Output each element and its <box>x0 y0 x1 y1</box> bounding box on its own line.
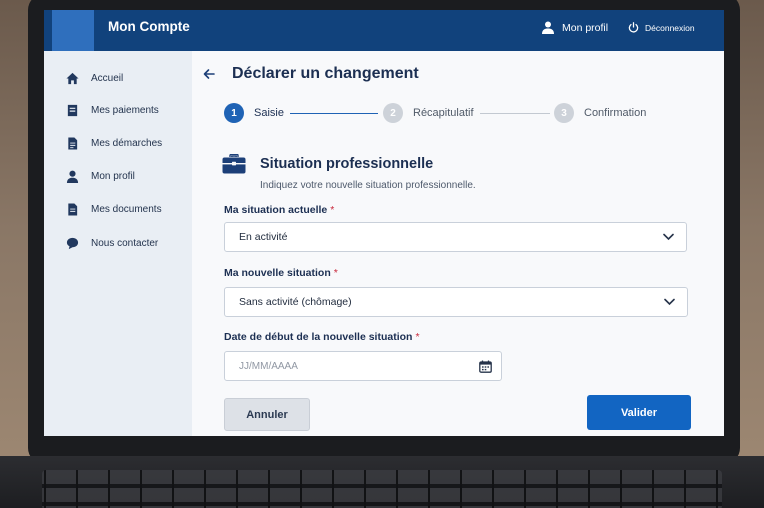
document-icon <box>68 137 78 150</box>
sidebar-item-label: Mes démarches <box>91 138 163 149</box>
home-icon <box>66 72 79 85</box>
step-label: Confirmation <box>584 107 647 119</box>
current-situation-label: Ma situation actuelle * <box>224 204 334 216</box>
app-brand[interactable]: Mon Compte <box>108 19 190 34</box>
step-connector <box>480 113 550 114</box>
logout-label: Déconnexion <box>645 22 695 33</box>
logout-button[interactable]: Déconnexion <box>628 22 695 33</box>
header-profile-label: Mon profil <box>562 21 609 34</box>
section-title: Situation professionnelle <box>260 156 434 172</box>
user-icon <box>542 21 554 34</box>
power-icon <box>628 22 639 33</box>
start-date-placeholder: JJ/MM/AAAA <box>239 360 298 372</box>
header-profile-link[interactable]: Mon profil <box>542 21 608 34</box>
sidebar-item-label: Nous contacter <box>91 238 159 249</box>
step-number: 3 <box>554 103 574 123</box>
start-date-label-text: Date de début de la nouvelle situation <box>224 331 413 343</box>
step-label: Récapitulatif <box>413 107 474 119</box>
sidebar-item-label: Mon profil <box>91 171 135 182</box>
step-entry: 1 Saisie <box>224 103 284 123</box>
user-icon <box>66 170 79 183</box>
current-situation-label-text: Ma situation actuelle <box>224 204 328 216</box>
chevron-down-icon <box>663 233 674 241</box>
chevron-down-icon <box>664 298 675 306</box>
new-situation-value: Sans activité (chômage) <box>239 296 352 308</box>
step-label: Saisie <box>254 107 284 119</box>
step-number: 2 <box>383 103 403 123</box>
submit-button[interactable]: Valider <box>587 395 691 430</box>
sidebar-item-label: Mes paiements <box>91 105 159 116</box>
cancel-button[interactable]: Annuler <box>224 398 310 431</box>
header-accent <box>52 10 94 51</box>
sidebar-item-label: Accueil <box>91 73 124 84</box>
back-arrow-icon[interactable] <box>202 67 216 81</box>
step-number: 1 <box>224 103 244 123</box>
current-situation-value: En activité <box>239 231 288 243</box>
step-connector <box>290 113 378 114</box>
required-marker: * <box>333 267 338 279</box>
main-content: Déclarer un changement 1 Saisie 2 Récapi… <box>192 51 724 436</box>
payment-icon <box>67 104 78 117</box>
new-situation-select[interactable]: Sans activité (chômage) <box>224 287 688 317</box>
section-subtitle: Indiquez votre nouvelle situation profes… <box>260 180 476 191</box>
sidebar-item-procedures[interactable]: Mes démarches <box>66 137 162 150</box>
current-situation-select[interactable]: En activité <box>224 222 687 252</box>
step-summary: 2 Récapitulatif <box>383 103 474 123</box>
page-title: Déclarer un changement <box>232 65 419 82</box>
step-confirmation: 3 Confirmation <box>554 103 646 123</box>
required-marker: * <box>330 204 335 216</box>
sidebar-item-home[interactable]: Accueil <box>66 72 123 85</box>
new-situation-label: Ma nouvelle situation * <box>224 267 338 279</box>
required-marker: * <box>415 331 420 343</box>
sidebar-item-label: Mes documents <box>91 204 162 215</box>
calendar-icon[interactable] <box>479 360 492 373</box>
sidebar-item-payments[interactable]: Mes paiements <box>66 104 159 117</box>
keyboard <box>42 470 722 508</box>
sidebar-item-contact[interactable]: Nous contacter <box>66 237 158 250</box>
sidebar: Accueil Mes paiements Mes démarches Mon … <box>44 51 192 436</box>
sidebar-item-documents[interactable]: Mes documents <box>66 203 162 216</box>
sidebar-item-profile[interactable]: Mon profil <box>66 170 135 183</box>
briefcase-icon <box>222 154 246 174</box>
start-date-field[interactable]: JJ/MM/AAAA <box>224 351 502 381</box>
top-header: Mon Compte Mon profil Déconnexion <box>44 10 724 51</box>
chat-icon <box>66 237 79 250</box>
start-date-label: Date de début de la nouvelle situation * <box>224 331 420 343</box>
screen: Mon Compte Mon profil Déconnexion Accuei… <box>44 10 724 436</box>
new-situation-label-text: Ma nouvelle situation <box>224 267 331 279</box>
file-icon <box>68 203 78 216</box>
